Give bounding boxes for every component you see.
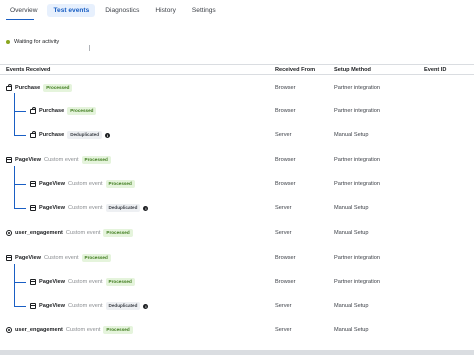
page-icon: [30, 303, 36, 309]
text-cursor: [89, 45, 90, 51]
table-row[interactable]: Purchase Processed Browser Partner integ…: [0, 105, 474, 117]
received-from: Server: [275, 205, 292, 211]
table-row[interactable]: user_engagement Custom event Processed S…: [0, 324, 474, 336]
received-from: Server: [275, 327, 292, 333]
tab-overview[interactable]: Overview: [4, 4, 43, 17]
status-badge: Processed: [81, 254, 111, 262]
info-icon[interactable]: i: [143, 205, 149, 211]
tab-bar: Overview Test events Diagnostics History…: [0, 0, 474, 20]
horizontal-scrollbar[interactable]: [0, 350, 474, 355]
event-name: PageView: [39, 181, 66, 187]
page-icon: [6, 255, 12, 261]
tab-history[interactable]: History: [149, 4, 182, 17]
received-from: Browser: [275, 279, 296, 285]
shopping-bag-icon: [30, 107, 36, 114]
received-from: Browser: [275, 181, 296, 187]
event-name: PageView: [15, 157, 42, 163]
page-icon: [30, 279, 36, 285]
activity-status-text: Waiting for activity: [14, 39, 60, 45]
table-row[interactable]: PageView Custom event Processed Browser …: [0, 154, 474, 166]
event-name: user_engagement: [15, 327, 63, 333]
event-name: PageView: [15, 255, 42, 261]
setup-method: Partner integration: [334, 85, 381, 91]
setup-method: Partner integration: [334, 157, 381, 163]
table-row[interactable]: PageView Custom event Processed Browser …: [0, 252, 474, 264]
setup-method: Manual Setup: [334, 327, 369, 333]
tab-scroll-indicator: [6, 19, 34, 20]
status-badge: Processed: [103, 326, 133, 334]
table-row[interactable]: Purchase Deduplicated i Server Manual Se…: [0, 129, 474, 141]
event-name: user_engagement: [15, 230, 63, 236]
status-badge: Processed: [105, 278, 135, 286]
status-badge: Processed: [103, 229, 133, 237]
setup-method: Manual Setup: [334, 230, 369, 236]
status-badge: Processed: [105, 180, 135, 188]
setup-method: Partner integration: [334, 279, 381, 285]
table-row[interactable]: PageView Custom event Processed Browser …: [0, 178, 474, 190]
status-badge: Deduplicated: [105, 204, 141, 212]
table-row[interactable]: PageView Custom event Deduplicated i Ser…: [0, 300, 474, 312]
table-header: Events Received Received From Setup Meth…: [0, 64, 474, 75]
page-icon: [6, 157, 12, 163]
col-received-from: Received From: [275, 67, 316, 73]
setup-method: Manual Setup: [334, 303, 369, 309]
status-badge: Processed: [67, 107, 97, 115]
setup-method: Partner integration: [334, 255, 381, 261]
event-name: Purchase: [15, 85, 41, 91]
info-icon[interactable]: i: [143, 303, 149, 309]
table-row[interactable]: PageView Custom event Processed Browser …: [0, 276, 474, 288]
event-type: Custom event: [68, 205, 103, 211]
event-name: PageView: [39, 205, 66, 211]
table-row[interactable]: user_engagement Custom event Processed S…: [0, 227, 474, 239]
event-name: Purchase: [39, 108, 65, 114]
setup-method: Manual Setup: [334, 205, 369, 211]
status-dot-icon: [6, 40, 10, 44]
received-from: Browser: [275, 255, 296, 261]
status-badge: Deduplicated: [105, 302, 141, 310]
col-setup-method: Setup Method: [334, 67, 371, 73]
event-name: PageView: [39, 279, 66, 285]
table-row[interactable]: Purchase Processed Browser Partner integ…: [0, 82, 474, 94]
shopping-bag-icon: [30, 131, 36, 138]
event-type: Custom event: [65, 327, 101, 333]
event-type: Custom event: [68, 181, 103, 187]
status-badge: Processed: [43, 84, 73, 92]
setup-method: Partner integration: [334, 181, 381, 187]
activity-status: Waiting for activity: [6, 39, 59, 45]
tab-test-events[interactable]: Test events: [47, 3, 96, 17]
received-from: Browser: [275, 85, 296, 91]
event-type: Custom event: [65, 230, 101, 236]
page-icon: [30, 181, 36, 187]
table-row[interactable]: PageView Custom event Deduplicated i Ser…: [0, 202, 474, 214]
received-from: Server: [275, 303, 292, 309]
status-badge: Processed: [81, 156, 111, 164]
event-name: Purchase: [39, 132, 65, 138]
event-type: Custom event: [44, 255, 79, 261]
shopping-bag-icon: [6, 84, 12, 91]
status-badge: Deduplicated: [67, 131, 103, 139]
tab-diagnostics[interactable]: Diagnostics: [99, 4, 145, 17]
received-from: Browser: [275, 157, 296, 163]
received-from: Browser: [275, 108, 296, 114]
event-type: Custom event: [44, 157, 79, 163]
info-icon[interactable]: i: [105, 132, 111, 138]
event-type: Custom event: [68, 303, 103, 309]
tab-settings[interactable]: Settings: [186, 4, 222, 17]
setup-method: Manual Setup: [334, 132, 369, 138]
received-from: Server: [275, 230, 292, 236]
gear-icon: [6, 327, 12, 333]
event-name: PageView: [39, 303, 66, 309]
received-from: Server: [275, 132, 292, 138]
event-type: Custom event: [68, 279, 103, 285]
page-icon: [30, 205, 36, 211]
col-event-id: Event ID: [424, 67, 447, 73]
col-events-received: Events Received: [6, 67, 51, 73]
gear-icon: [6, 230, 12, 236]
setup-method: Partner integration: [334, 108, 381, 114]
